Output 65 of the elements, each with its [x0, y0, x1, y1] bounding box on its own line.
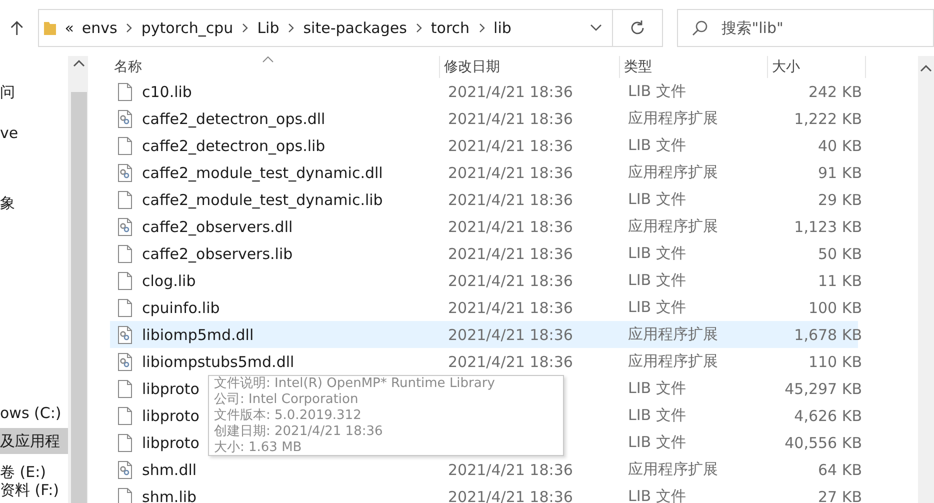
size-cell-text: 242 KB — [807, 82, 863, 100]
tooltip-line: 文件版本: 5.0.2019.312 — [214, 408, 362, 424]
date-cell-text: 2021/4/21 18:36 — [447, 326, 574, 344]
size-cell-text: 45,297 KB — [784, 380, 863, 398]
file-name: libproto — [142, 406, 200, 424]
date-cell-text: 2021/4/21 18:36 — [447, 298, 574, 316]
type-cell-text: LIB 文件 — [627, 433, 687, 452]
type-cell-text: LIB 文件 — [627, 271, 687, 290]
file-name: caffe2_module_test_dynamic.lib — [142, 190, 383, 208]
tooltip-line: 创建日期: 2021/4/21 18:36 — [214, 424, 384, 440]
type-cell-text: 应用程序扩展 — [627, 460, 719, 479]
size-cell-text: 29 KB — [817, 190, 863, 208]
date-cell-text: 2021/4/21 18:36 — [447, 488, 574, 503]
file-name: cpuinfo.lib — [142, 298, 220, 316]
file-name: shm.dll — [142, 460, 197, 478]
date-cell-text: 2021/4/21 18:36 — [447, 190, 574, 208]
size-cell-text: 64 KB — [817, 460, 863, 478]
type-cell-text: LIB 文件 — [627, 406, 687, 425]
tooltip-line: 文件说明: Intel(R) OpenMP* Runtime Library — [214, 376, 496, 392]
file-name: caffe2_detectron_ops.dll — [142, 110, 326, 128]
file-name: caffe2_observers.lib — [142, 244, 293, 262]
date-cell-text: 2021/4/21 18:36 — [447, 164, 574, 182]
file-name: caffe2_detectron_ops.lib — [142, 136, 326, 154]
date-cell-text: 2021/4/21 18:36 — [447, 352, 574, 370]
size-cell-text: 27 KB — [817, 488, 863, 503]
type-cell-text: 应用程序扩展 — [627, 217, 719, 236]
type-cell-text: LIB 文件 — [627, 190, 687, 209]
type-cell-text: 应用程序扩展 — [627, 325, 719, 344]
date-cell-text: 2021/4/21 18:36 — [447, 82, 574, 100]
size-cell-text: 1,222 KB — [793, 110, 863, 128]
type-cell-text: 应用程序扩展 — [627, 163, 719, 182]
date-cell-text: 2021/4/21 18:36 — [447, 218, 574, 236]
size-cell-text: 1,123 KB — [793, 218, 863, 236]
file-name: libiompstubs5md.dll — [142, 352, 294, 370]
date-cell-text: 2021/4/21 18:36 — [447, 272, 574, 290]
size-cell-text: 40 KB — [817, 136, 863, 154]
type-cell-text: 应用程序扩展 — [627, 109, 719, 128]
date-cell-text: 2021/4/21 18:36 — [447, 244, 574, 262]
type-cell-text: LIB 文件 — [627, 82, 687, 101]
size-cell-text: 4,626 KB — [793, 406, 863, 424]
tooltip-line: 公司: Intel Corporation — [214, 392, 360, 408]
size-cell-text: 91 KB — [817, 164, 863, 182]
date-cell-text: 2021/4/21 18:36 — [447, 136, 574, 154]
date-cell-text: 2021/4/21 18:36 — [447, 110, 574, 128]
size-cell-text: 50 KB — [817, 244, 863, 262]
type-cell-text: LIB 文件 — [627, 244, 687, 263]
file-name: c10.lib — [142, 82, 192, 100]
type-cell-text: LIB 文件 — [627, 379, 687, 398]
size-cell-text: 110 KB — [807, 352, 863, 370]
type-cell-text: 应用程序扩展 — [627, 352, 719, 371]
type-cell-text: LIB 文件 — [627, 298, 687, 317]
file-name: caffe2_observers.dll — [142, 218, 293, 236]
size-cell-text: 11 KB — [817, 272, 863, 290]
size-cell-text: 40,556 KB — [784, 434, 863, 452]
size-cell-text: 100 KB — [807, 298, 863, 316]
type-cell-text: LIB 文件 — [627, 487, 687, 503]
tooltip-line: 大小: 1.63 MB — [214, 440, 303, 456]
date-cell-text: 2021/4/21 18:36 — [447, 460, 574, 478]
type-cell-text: LIB 文件 — [627, 136, 687, 155]
file-name: libproto — [142, 380, 200, 398]
file-name: shm.lib — [142, 488, 197, 503]
file-name: clog.lib — [142, 272, 196, 290]
file-name: libproto — [142, 434, 200, 452]
file-name: caffe2_module_test_dynamic.dll — [142, 164, 383, 182]
file-name: libiomp5md.dll — [142, 326, 254, 344]
